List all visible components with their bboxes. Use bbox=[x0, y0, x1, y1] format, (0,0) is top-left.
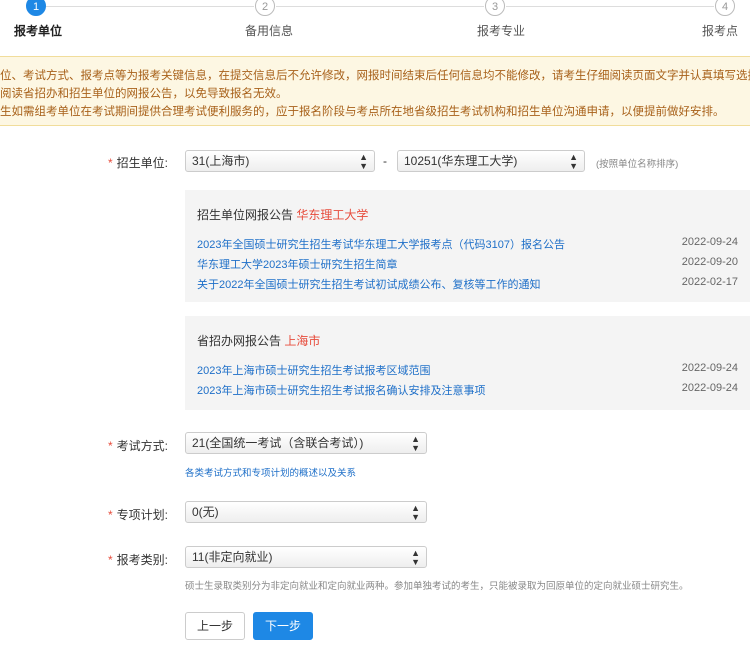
exam-label-text: 考试方式: bbox=[116, 439, 169, 453]
select-arrow-icon: ▲ ▼ bbox=[359, 152, 368, 171]
school-panel-title-text: 招生单位网报公告 bbox=[197, 208, 294, 222]
list-item[interactable]: 2023年全国硕士研究生招生考试华东理工大学报考点（代码3107）报名公告 202… bbox=[197, 236, 738, 252]
announcement-link[interactable]: 2023年上海市硕士研究生招生考试报名确认安排及注意事项 bbox=[197, 382, 485, 398]
step-4-circle: 4 bbox=[715, 0, 735, 16]
exam-method-value: 21(全国统一考试（含联合考试）) bbox=[192, 436, 364, 450]
province-select[interactable]: 31(上海市) ▲ ▼ bbox=[185, 150, 375, 172]
prev-button[interactable]: 上一步 bbox=[185, 612, 245, 640]
unit-dash: - bbox=[383, 154, 387, 168]
province-announcement-panel: 省招办网报公告 上海市 2023年上海市硕士研究生招生考试报考区域范围 2022-… bbox=[185, 316, 750, 410]
select-arrow-icon: ▲ ▼ bbox=[411, 434, 420, 453]
province-panel-title: 省招办网报公告 上海市 bbox=[197, 332, 320, 349]
announcement-link[interactable]: 2023年全国硕士研究生招生考试华东理工大学报考点（代码3107）报名公告 bbox=[197, 236, 565, 252]
list-item[interactable]: 关于2022年全国硕士研究生招生考试初试成绩公布、复核等工作的通知 2022-02… bbox=[197, 276, 738, 292]
notice-line: 生如需组考单位在考试期间提供合理考试便利服务的，应于报名阶段与考点所在地省级招生… bbox=[0, 106, 725, 118]
announcement-link[interactable]: 华东理工大学2023年硕士研究生招生简章 bbox=[197, 256, 397, 272]
step-2-circle: 2 bbox=[255, 0, 275, 16]
next-button[interactable]: 下一步 bbox=[253, 612, 313, 640]
step-2-label: 备用信息 bbox=[245, 24, 294, 38]
list-item[interactable]: 华东理工大学2023年硕士研究生招生简章 2022-09-20 bbox=[197, 256, 738, 272]
notice-banner: 位、考试方式、报考点等为报考关键信息，在提交信息后不允许修改，网报时间结束后任何… bbox=[0, 56, 750, 126]
province-value: 31(上海市) bbox=[192, 154, 250, 168]
step-indicator: 1 报考单位 2 备用信息 3 报考专业 4 报考点 bbox=[0, 0, 750, 44]
list-item[interactable]: 2023年上海市硕士研究生招生考试报名确认安排及注意事项 2022-09-24 bbox=[197, 382, 738, 398]
unit-hint: (按照单位名称排序) bbox=[596, 159, 679, 170]
category-hint: 硕士生录取类别分为非定向就业和定向就业两种。参加单独考试的考生，只能被录取为回原… bbox=[185, 581, 689, 592]
school-panel-title: 招生单位网报公告 华东理工大学 bbox=[197, 206, 368, 223]
announcement-date: 2022-09-20 bbox=[681, 256, 738, 268]
category-value: 11(非定向就业) bbox=[192, 550, 273, 564]
step-connector bbox=[46, 6, 254, 7]
step-4-label: 报考点 bbox=[702, 24, 739, 38]
list-item[interactable]: 2023年上海市硕士研究生招生考试报考区域范围 2022-09-24 bbox=[197, 362, 738, 378]
required-marker: * bbox=[108, 508, 113, 522]
step-1-label: 报考单位 bbox=[14, 24, 63, 38]
step-1-circle: 1 bbox=[26, 0, 46, 16]
step-3-label: 报考专业 bbox=[477, 24, 526, 38]
notice-line: 位、考试方式、报考点等为报考关键信息，在提交信息后不允许修改，网报时间结束后任何… bbox=[0, 70, 750, 82]
announcement-date: 2022-09-24 bbox=[681, 362, 738, 374]
required-marker: * bbox=[108, 156, 113, 170]
province-panel-highlight: 上海市 bbox=[284, 334, 321, 348]
plan-label-text: 专项计划: bbox=[116, 508, 169, 522]
required-marker: * bbox=[108, 553, 113, 567]
step-connector bbox=[506, 6, 714, 7]
exam-method-select[interactable]: 21(全国统一考试（含联合考试）) ▲ ▼ bbox=[185, 432, 427, 454]
school-value: 10251(华东理工大学) bbox=[404, 154, 518, 168]
exam-label: * 考试方式: bbox=[108, 437, 168, 454]
category-label: * 报考类别: bbox=[108, 551, 168, 568]
special-plan-select[interactable]: 0(无) ▲ ▼ bbox=[185, 501, 427, 523]
school-select[interactable]: 10251(华东理工大学) ▲ ▼ bbox=[397, 150, 585, 172]
announcement-date: 2022-09-24 bbox=[681, 236, 738, 248]
province-panel-title-text: 省招办网报公告 bbox=[197, 334, 282, 348]
announcement-date: 2022-09-24 bbox=[681, 382, 738, 394]
category-select[interactable]: 11(非定向就业) ▲ ▼ bbox=[185, 546, 427, 568]
required-marker: * bbox=[108, 439, 113, 453]
select-arrow-icon: ▲ ▼ bbox=[569, 152, 578, 171]
unit-label-text: 招生单位: bbox=[116, 156, 169, 170]
announcement-link[interactable]: 2023年上海市硕士研究生招生考试报考区域范围 bbox=[197, 362, 430, 378]
step-3-circle: 3 bbox=[485, 0, 505, 16]
notice-line: 阅读省招办和招生单位的网报公告，以免导致报名无效。 bbox=[0, 88, 288, 100]
announcement-link[interactable]: 关于2022年全国硕士研究生招生考试初试成绩公布、复核等工作的通知 bbox=[197, 276, 540, 292]
select-arrow-icon: ▲ ▼ bbox=[411, 548, 420, 567]
step-connector bbox=[276, 6, 484, 7]
category-label-text: 报考类别: bbox=[116, 553, 169, 567]
school-panel-highlight: 华东理工大学 bbox=[296, 208, 369, 222]
special-plan-value: 0(无) bbox=[192, 505, 219, 519]
select-arrow-icon: ▲ ▼ bbox=[411, 503, 420, 522]
school-announcement-panel: 招生单位网报公告 华东理工大学 2023年全国硕士研究生招生考试华东理工大学报考… bbox=[185, 190, 750, 302]
unit-label: * 招生单位: bbox=[108, 154, 168, 171]
plan-label: * 专项计划: bbox=[108, 506, 168, 523]
exam-method-link[interactable]: 各类考试方式和专项计划的概述以及关系 bbox=[185, 465, 356, 479]
announcement-date: 2022-02-17 bbox=[681, 276, 738, 288]
